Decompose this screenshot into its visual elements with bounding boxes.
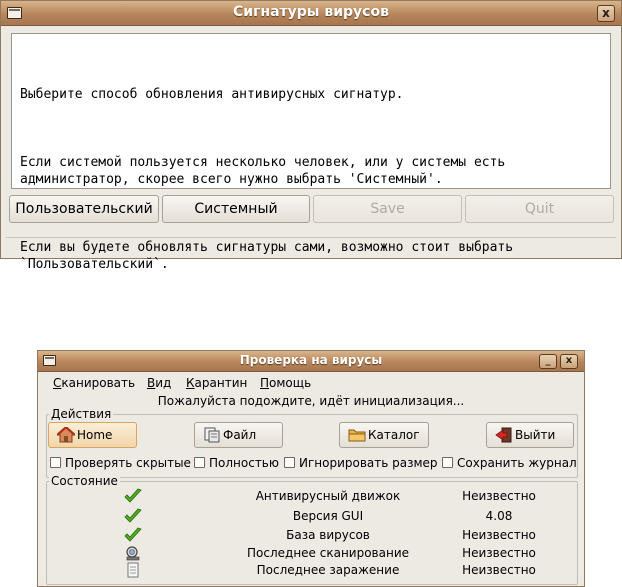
option-save-log-checkbox[interactable] [442,457,453,468]
save-button[interactable]: Save [313,195,462,223]
check-icon [124,488,142,503]
message-line-choose: Выберите способ обновления антивирусных … [20,87,404,102]
state-row-name: Последнее сканирование [247,546,409,560]
option-hidden-checkbox[interactable] [50,457,61,468]
scan-icon [126,546,140,561]
home-button-label: Home [77,428,113,442]
init-status-text: Пожалуйста подождите, идёт инициализация… [157,394,465,408]
user-button[interactable]: Пользовательский [9,195,159,223]
close-button[interactable]: x [597,5,615,22]
document-icon [127,562,139,578]
folder-icon [348,429,366,442]
exit-icon [495,427,512,443]
state-row-name: Версия GUI [292,509,364,523]
message-line-user: Если вы будете обновлять сигнатуры сами,… [20,240,514,272]
home-icon [57,427,75,443]
actions-label: Действия [49,407,114,421]
dialog-titlebar[interactable]: Сигнатуры вирусов x [1,1,621,26]
message-text: Выберите способ обновления антивирусных … [11,33,611,272]
exit-button-label: Выйти [515,428,556,442]
check-icon [124,527,142,542]
option-full-checkbox[interactable] [194,457,205,468]
scanner-window: Проверка на вирусы _ x Сканировать Вид К… [37,350,585,587]
state-label: Состояние [49,474,120,488]
option-ignore-size-label: Игнорировать размер [299,456,438,470]
state-row-value: Неизвестно [462,546,536,560]
option-full-label: Полностью [209,456,279,470]
dialog-title: Сигнатуры вирусов [233,4,389,20]
exit-button[interactable]: Выйти [486,422,574,448]
menu-view[interactable]: Вид [147,376,171,390]
state-row-value: 4.08 [485,509,513,523]
state-row-name: Последнее заражение [256,563,400,577]
home-button[interactable]: Home [48,422,137,448]
message-line-system: Если системой пользуется несколько челов… [20,155,506,187]
catalog-button-label: Каталог [368,428,420,442]
state-row-value: Неизвестно [462,489,536,503]
close-button[interactable]: x [560,354,578,369]
quit-button[interactable]: Quit [465,195,614,223]
minimize-button[interactable]: _ [539,354,557,369]
option-ignore-size-checkbox[interactable] [284,457,295,468]
option-hidden[interactable]: Проверять скрытые [50,456,191,470]
state-row-name: База вирусов [286,528,370,542]
state-row-value: Неизвестно [462,528,536,542]
option-save-log[interactable]: Сохранить журнал [442,456,577,470]
signatures-dialog: Сигнатуры вирусов x Выберите способ обно… [0,0,622,272]
state-row-last-scan: Последнее сканирование Неизвестно [38,545,586,562]
option-save-log-label: Сохранить журнал [457,456,577,470]
state-row-engine: Антивирусный движок Неизвестно [38,488,586,505]
file-button[interactable]: Файл [194,422,283,448]
menu-quarantine[interactable]: Карантин [186,376,247,390]
state-row-gui-version: Версия GUI 4.08 [38,508,586,525]
status-bar [6,237,616,238]
state-row-name: Антивирусный движок [255,489,401,503]
option-full[interactable]: Полностью [194,456,279,470]
option-ignore-size[interactable]: Игнорировать размер [284,456,438,470]
scanner-title: Проверка на вирусы [239,353,383,367]
menu-help[interactable]: Помощь [260,376,311,390]
check-icon [124,508,142,523]
menu-scan[interactable]: Сканировать [53,376,135,390]
state-row-value: Неизвестно [462,563,536,577]
state-row-last-infection: Последнее заражение Неизвестно [38,562,586,579]
system-button[interactable]: Системный [162,195,310,223]
option-hidden-label: Проверять скрытые [65,456,191,470]
catalog-button[interactable]: Каталог [339,422,429,448]
scanner-titlebar[interactable]: Проверка на вирусы _ x [38,351,584,372]
menu-bar: Сканировать Вид Карантин Помощь [38,372,584,392]
file-button-label: Файл [223,428,257,442]
state-row-virus-db: База вирусов Неизвестно [38,527,586,544]
file-icon [204,427,220,443]
